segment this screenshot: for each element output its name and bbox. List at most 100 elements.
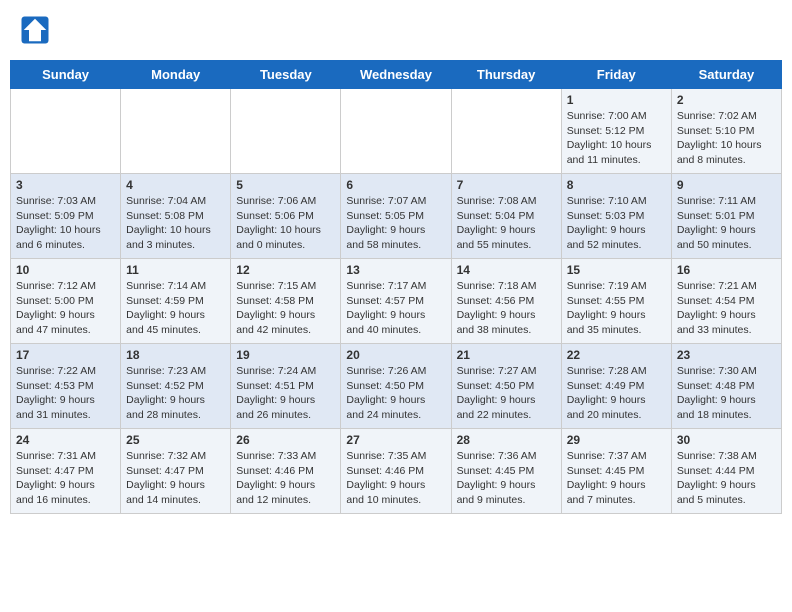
calendar-cell: 30 Sunrise: 7:38 AMSunset: 4:44 PMDayligh… bbox=[671, 429, 781, 514]
calendar-cell: 10Sunrise: 7:12 AMSunset: 5:00 PMDayligh… bbox=[11, 259, 121, 344]
cell-content: Sunrise: 7:23 AMSunset: 4:52 PMDaylight:… bbox=[126, 364, 225, 423]
day-header-monday: Monday bbox=[121, 61, 231, 89]
cell-content: Sunrise: 7:04 AMSunset: 5:08 PMDaylight:… bbox=[126, 194, 225, 253]
cell-content: Sunrise: 7:32 AMSunset: 4:47 PMDaylight:… bbox=[126, 449, 225, 508]
cell-content: Sunrise: 7:00 AMSunset: 5:12 PMDaylight:… bbox=[567, 109, 666, 168]
day-number: 25 bbox=[126, 433, 225, 447]
cell-content: Sunrise: 7:31 AMSunset: 4:47 PMDaylight:… bbox=[16, 449, 115, 508]
calendar-cell: 3 Sunrise: 7:03 AMSunset: 5:09 PMDaylight… bbox=[11, 174, 121, 259]
calendar-table: SundayMondayTuesdayWednesdayThursdayFrid… bbox=[10, 60, 782, 514]
header-row: SundayMondayTuesdayWednesdayThursdayFrid… bbox=[11, 61, 782, 89]
day-number: 14 bbox=[457, 263, 556, 277]
cell-content: Sunrise: 7:35 AMSunset: 4:46 PMDaylight:… bbox=[346, 449, 445, 508]
calendar-cell bbox=[11, 89, 121, 174]
cell-content: Sunrise: 7:06 AMSunset: 5:06 PMDaylight:… bbox=[236, 194, 335, 253]
calendar-cell: 21 Sunrise: 7:27 AMSunset: 4:50 PMDayligh… bbox=[451, 344, 561, 429]
week-row-1: 1 Sunrise: 7:00 AMSunset: 5:12 PMDaylight… bbox=[11, 89, 782, 174]
day-header-wednesday: Wednesday bbox=[341, 61, 451, 89]
calendar-cell bbox=[451, 89, 561, 174]
calendar-cell: 29 Sunrise: 7:37 AMSunset: 4:45 PMDayligh… bbox=[561, 429, 671, 514]
calendar-cell: 8 Sunrise: 7:10 AMSunset: 5:03 PMDaylight… bbox=[561, 174, 671, 259]
calendar-cell: 28 Sunrise: 7:36 AMSunset: 4:45 PMDayligh… bbox=[451, 429, 561, 514]
cell-content: Sunrise: 7:36 AMSunset: 4:45 PMDaylight:… bbox=[457, 449, 556, 508]
calendar-cell: 26Sunrise: 7:33 AMSunset: 4:46 PMDayligh… bbox=[231, 429, 341, 514]
cell-content: Sunrise: 7:02 AMSunset: 5:10 PMDaylight:… bbox=[677, 109, 776, 168]
logo bbox=[20, 15, 54, 45]
day-number: 28 bbox=[457, 433, 556, 447]
cell-content: Sunrise: 7:37 AMSunset: 4:45 PMDaylight:… bbox=[567, 449, 666, 508]
cell-content: Sunrise: 7:07 AMSunset: 5:05 PMDaylight:… bbox=[346, 194, 445, 253]
day-number: 9 bbox=[677, 178, 776, 192]
calendar-cell: 19 Sunrise: 7:24 AMSunset: 4:51 PMDayligh… bbox=[231, 344, 341, 429]
week-row-4: 17 Sunrise: 7:22 AMSunset: 4:53 PMDayligh… bbox=[11, 344, 782, 429]
calendar-cell: 22 Sunrise: 7:28 AMSunset: 4:49 PMDayligh… bbox=[561, 344, 671, 429]
day-number: 30 bbox=[677, 433, 776, 447]
calendar-cell: 5 Sunrise: 7:06 AMSunset: 5:06 PMDaylight… bbox=[231, 174, 341, 259]
calendar-cell: 23 Sunrise: 7:30 AMSunset: 4:48 PMDayligh… bbox=[671, 344, 781, 429]
cell-content: Sunrise: 7:03 AMSunset: 5:09 PMDaylight:… bbox=[16, 194, 115, 253]
day-number: 21 bbox=[457, 348, 556, 362]
week-row-5: 24 Sunrise: 7:31 AMSunset: 4:47 PMDayligh… bbox=[11, 429, 782, 514]
calendar-cell: 6 Sunrise: 7:07 AMSunset: 5:05 PMDaylight… bbox=[341, 174, 451, 259]
day-header-sunday: Sunday bbox=[11, 61, 121, 89]
calendar-cell: 1 Sunrise: 7:00 AMSunset: 5:12 PMDaylight… bbox=[561, 89, 671, 174]
cell-content: Sunrise: 7:19 AMSunset: 4:55 PMDaylight:… bbox=[567, 279, 666, 338]
cell-content: Sunrise: 7:08 AMSunset: 5:04 PMDaylight:… bbox=[457, 194, 556, 253]
cell-content: Sunrise: 7:15 AMSunset: 4:58 PMDaylight:… bbox=[236, 279, 335, 338]
day-number: 22 bbox=[567, 348, 666, 362]
cell-content: Sunrise: 7:12 AMSunset: 5:00 PMDaylight:… bbox=[16, 279, 115, 338]
cell-content: Sunrise: 7:22 AMSunset: 4:53 PMDaylight:… bbox=[16, 364, 115, 423]
calendar-cell bbox=[231, 89, 341, 174]
day-number: 19 bbox=[236, 348, 335, 362]
day-number: 11 bbox=[126, 263, 225, 277]
logo-icon bbox=[20, 15, 50, 45]
calendar-cell: 14 Sunrise: 7:18 AMSunset: 4:56 PMDayligh… bbox=[451, 259, 561, 344]
day-number: 6 bbox=[346, 178, 445, 192]
calendar-cell: 9 Sunrise: 7:11 AMSunset: 5:01 PMDaylight… bbox=[671, 174, 781, 259]
calendar-cell: 4 Sunrise: 7:04 AMSunset: 5:08 PMDaylight… bbox=[121, 174, 231, 259]
day-number: 8 bbox=[567, 178, 666, 192]
cell-content: Sunrise: 7:11 AMSunset: 5:01 PMDaylight:… bbox=[677, 194, 776, 253]
cell-content: Sunrise: 7:26 AMSunset: 4:50 PMDaylight:… bbox=[346, 364, 445, 423]
cell-content: Sunrise: 7:10 AMSunset: 5:03 PMDaylight:… bbox=[567, 194, 666, 253]
week-row-2: 3 Sunrise: 7:03 AMSunset: 5:09 PMDaylight… bbox=[11, 174, 782, 259]
cell-content: Sunrise: 7:28 AMSunset: 4:49 PMDaylight:… bbox=[567, 364, 666, 423]
calendar-cell: 25 Sunrise: 7:32 AMSunset: 4:47 PMDayligh… bbox=[121, 429, 231, 514]
calendar-cell: 16Sunrise: 7:21 AMSunset: 4:54 PMDayligh… bbox=[671, 259, 781, 344]
day-number: 3 bbox=[16, 178, 115, 192]
day-number: 20 bbox=[346, 348, 445, 362]
day-header-friday: Friday bbox=[561, 61, 671, 89]
day-number: 23 bbox=[677, 348, 776, 362]
day-number: 5 bbox=[236, 178, 335, 192]
day-number: 17 bbox=[16, 348, 115, 362]
day-number: 13 bbox=[346, 263, 445, 277]
day-number: 16 bbox=[677, 263, 776, 277]
day-number: 4 bbox=[126, 178, 225, 192]
day-number: 27 bbox=[346, 433, 445, 447]
calendar-cell: 18Sunrise: 7:23 AMSunset: 4:52 PMDayligh… bbox=[121, 344, 231, 429]
calendar-cell: 11Sunrise: 7:14 AMSunset: 4:59 PMDayligh… bbox=[121, 259, 231, 344]
day-number: 12 bbox=[236, 263, 335, 277]
calendar-cell bbox=[121, 89, 231, 174]
day-number: 24 bbox=[16, 433, 115, 447]
calendar-cell bbox=[341, 89, 451, 174]
calendar-cell: 24 Sunrise: 7:31 AMSunset: 4:47 PMDayligh… bbox=[11, 429, 121, 514]
cell-content: Sunrise: 7:33 AMSunset: 4:46 PMDaylight:… bbox=[236, 449, 335, 508]
calendar-cell: 27 Sunrise: 7:35 AMSunset: 4:46 PMDayligh… bbox=[341, 429, 451, 514]
calendar-cell: 12 Sunrise: 7:15 AMSunset: 4:58 PMDayligh… bbox=[231, 259, 341, 344]
day-header-thursday: Thursday bbox=[451, 61, 561, 89]
cell-content: Sunrise: 7:27 AMSunset: 4:50 PMDaylight:… bbox=[457, 364, 556, 423]
cell-content: Sunrise: 7:38 AMSunset: 4:44 PMDaylight:… bbox=[677, 449, 776, 508]
cell-content: Sunrise: 7:24 AMSunset: 4:51 PMDaylight:… bbox=[236, 364, 335, 423]
cell-content: Sunrise: 7:30 AMSunset: 4:48 PMDaylight:… bbox=[677, 364, 776, 423]
day-number: 1 bbox=[567, 93, 666, 107]
cell-content: Sunrise: 7:17 AMSunset: 4:57 PMDaylight:… bbox=[346, 279, 445, 338]
calendar-cell: 20 Sunrise: 7:26 AMSunset: 4:50 PMDayligh… bbox=[341, 344, 451, 429]
week-row-3: 10Sunrise: 7:12 AMSunset: 5:00 PMDayligh… bbox=[11, 259, 782, 344]
day-number: 15 bbox=[567, 263, 666, 277]
day-number: 29 bbox=[567, 433, 666, 447]
day-header-tuesday: Tuesday bbox=[231, 61, 341, 89]
page-header bbox=[10, 10, 782, 50]
cell-content: Sunrise: 7:18 AMSunset: 4:56 PMDaylight:… bbox=[457, 279, 556, 338]
day-header-saturday: Saturday bbox=[671, 61, 781, 89]
